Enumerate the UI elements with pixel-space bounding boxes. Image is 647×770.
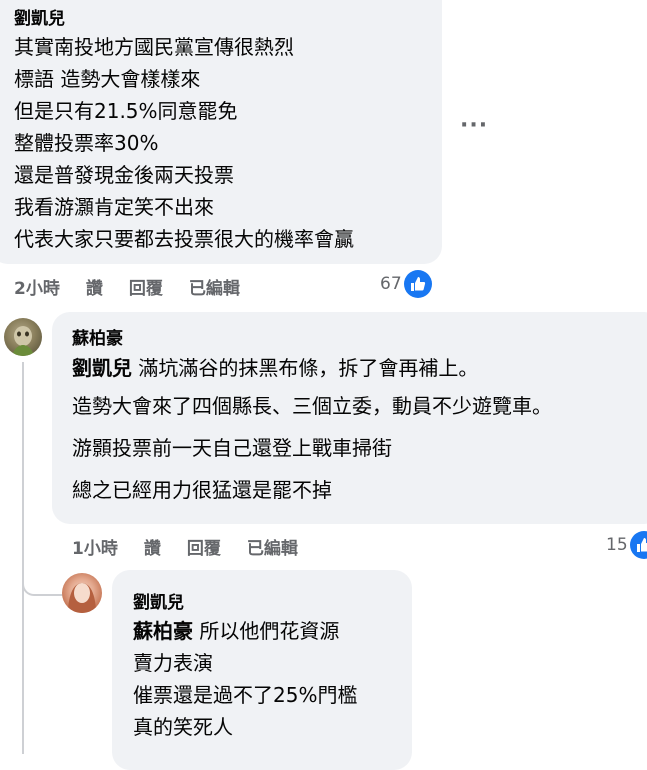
comment-text-line: 賣力表演 bbox=[133, 651, 213, 675]
comment-text-line: 蘇柏豪 所以他們花資源 bbox=[133, 615, 357, 647]
mention-link[interactable]: 劉凱兒 bbox=[72, 356, 132, 380]
edited-label[interactable]: 已編輯 bbox=[247, 534, 298, 559]
comment-body: 蘇柏豪 劉凱兒 滿坑滿谷的抹黑布條，拆了會再補上。 造勢大會來了四個縣長、三個立… bbox=[72, 324, 552, 505]
avatar[interactable] bbox=[62, 573, 102, 613]
like-button[interactable]: 讚 bbox=[144, 534, 161, 559]
thumbs-up-icon bbox=[629, 531, 647, 559]
reaction-count[interactable]: 15 bbox=[606, 531, 647, 559]
mention-link[interactable]: 蘇柏豪 bbox=[133, 619, 193, 643]
comment-text-line: 還是普發現金後兩天投票 bbox=[14, 163, 234, 187]
comment-actions: 2小時 讚 回覆 已編輯 bbox=[14, 274, 240, 299]
thread-branch bbox=[22, 574, 64, 596]
comment-text: 所以他們花資源 bbox=[193, 619, 340, 643]
more-options-icon[interactable]: ··· bbox=[460, 113, 488, 138]
reaction-number: 15 bbox=[606, 535, 628, 555]
comment-text-line: 整體投票率30% bbox=[14, 131, 159, 155]
comment-author[interactable]: 劉凱兒 bbox=[14, 4, 354, 29]
edited-label[interactable]: 已編輯 bbox=[189, 274, 240, 299]
comment-text-line: 造勢大會來了四個縣長、三個立委，動員不少遊覽車。 bbox=[72, 394, 552, 418]
comment-text-line: 標語 造勢大會樣樣來 bbox=[14, 67, 201, 91]
reaction-count[interactable]: 67 bbox=[380, 270, 432, 298]
comment-text-line: 但是只有21.5%同意罷免 bbox=[14, 99, 238, 123]
like-button[interactable]: 讚 bbox=[86, 274, 103, 299]
comment-text-line: 代表大家只要都去投票很大的機率會贏 bbox=[14, 227, 354, 251]
comment-text: 滿坑滿谷的抹黑布條，拆了會再補上。 bbox=[132, 356, 479, 380]
comment-text-line: 總之已經用力很猛還是罷不掉 bbox=[72, 478, 332, 502]
comment-body: 劉凱兒 蘇柏豪 所以他們花資源 賣力表演 催票還是過不了25%門檻 真的笑死人 bbox=[133, 588, 357, 743]
comment-author[interactable]: 劉凱兒 bbox=[133, 588, 357, 613]
thread-line bbox=[22, 362, 24, 754]
comment-actions: 1小時 讚 回覆 已編輯 bbox=[72, 534, 298, 559]
comment-text-line: 真的笑死人 bbox=[133, 715, 233, 739]
comment-text-line: 其實南投地方國民黨宣傳很熱烈 bbox=[14, 35, 294, 59]
comment-time[interactable]: 1小時 bbox=[72, 534, 118, 559]
reply-button[interactable]: 回覆 bbox=[187, 534, 221, 559]
avatar[interactable] bbox=[4, 318, 42, 356]
comment-text-line: 游顥投票前一天自己還登上戰車掃街 bbox=[72, 436, 392, 460]
comment-text-line: 劉凱兒 滿坑滿谷的抹黑布條，拆了會再補上。 bbox=[72, 353, 552, 383]
comment-time[interactable]: 2小時 bbox=[14, 274, 60, 299]
reaction-number: 67 bbox=[380, 274, 402, 294]
comment-body: 劉凱兒 其實南投地方國民黨宣傳很熱烈 標語 造勢大會樣樣來 但是只有21.5%同… bbox=[14, 4, 354, 255]
reply-button[interactable]: 回覆 bbox=[129, 274, 163, 299]
comment-text-line: 催票還是過不了25%門檻 bbox=[133, 683, 358, 707]
comment-text-line: 我看游灝肯定笑不出來 bbox=[14, 195, 214, 219]
thumbs-up-icon bbox=[403, 270, 432, 298]
comment-author[interactable]: 蘇柏豪 bbox=[72, 324, 552, 349]
